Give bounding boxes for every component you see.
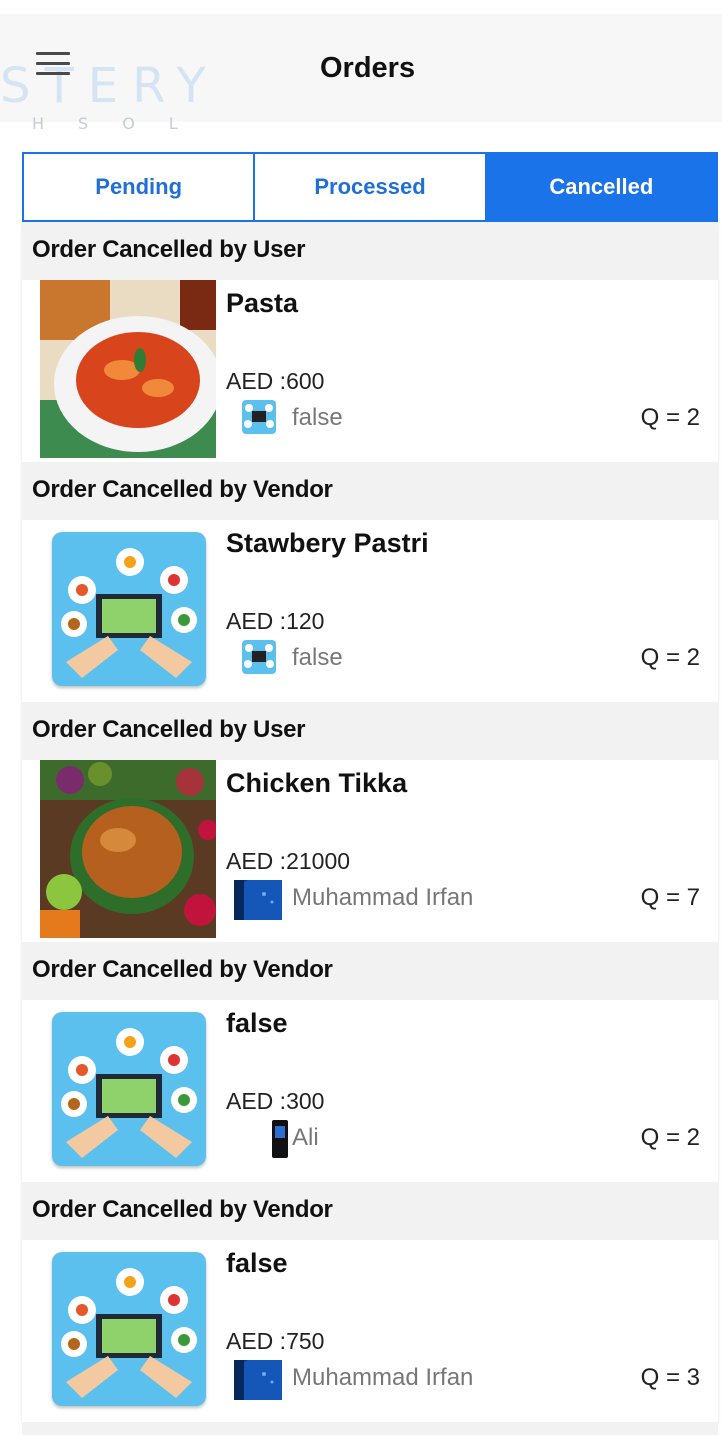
food-app-image bbox=[52, 1012, 206, 1166]
app-bar: STERY HSOL Orders bbox=[0, 0, 722, 140]
order-card[interactable]: Order Cancelled by Vendor Stawbery Pastr… bbox=[22, 462, 718, 702]
order-card[interactable]: Order Cancelled by Vendor false AED :750 bbox=[22, 1182, 718, 1422]
app-icon bbox=[242, 640, 276, 674]
profile-image bbox=[234, 1360, 282, 1400]
order-status-label: Order Cancelled by Vendor bbox=[32, 1196, 333, 1223]
chicken-image bbox=[40, 760, 216, 938]
item-price: AED :120 bbox=[226, 608, 325, 634]
order-quantity: Q = 3 bbox=[640, 1364, 700, 1391]
hamburger-menu-icon[interactable] bbox=[36, 52, 74, 82]
order-quantity: Q = 2 bbox=[640, 644, 700, 671]
app-icon bbox=[242, 400, 276, 434]
vendor-name: Muhammad Irfan bbox=[292, 1364, 474, 1391]
item-name: Stawbery Pastri bbox=[226, 528, 429, 558]
order-card[interactable] bbox=[22, 1422, 718, 1435]
item-name: Chicken Tikka bbox=[226, 768, 408, 798]
order-status-bar bbox=[22, 1422, 718, 1435]
order-quantity: Q = 2 bbox=[640, 404, 700, 431]
order-card[interactable]: Order Cancelled by User Pasta AED :600 f… bbox=[22, 222, 718, 462]
order-card[interactable]: Order Cancelled by Vendor false AED :300 bbox=[22, 942, 718, 1182]
watermark-logo: STERY bbox=[0, 58, 220, 114]
order-status-bar: Order Cancelled by Vendor bbox=[22, 1182, 718, 1240]
item-name: false bbox=[226, 1248, 288, 1278]
pasta-image bbox=[40, 280, 216, 458]
vendor-name: false bbox=[292, 644, 343, 671]
item-name: Pasta bbox=[226, 288, 299, 318]
tab-processed[interactable]: Processed bbox=[253, 154, 484, 220]
order-status-label: Order Cancelled by Vendor bbox=[32, 476, 333, 503]
order-card[interactable]: Order Cancelled by User Chicken Tikka AE… bbox=[22, 702, 718, 942]
order-status-label: Order Cancelled by User bbox=[32, 716, 306, 743]
page-title: Orders bbox=[320, 52, 416, 84]
item-price: AED :600 bbox=[226, 368, 325, 394]
order-status-tabs: Pending Processed Cancelled bbox=[22, 152, 718, 222]
food-app-image bbox=[52, 1252, 206, 1406]
item-price: AED :21000 bbox=[226, 848, 351, 874]
phone-image bbox=[272, 1120, 288, 1158]
item-price: AED :300 bbox=[226, 1088, 325, 1114]
order-status-bar: Order Cancelled by User bbox=[22, 702, 718, 760]
order-quantity: Q = 7 bbox=[640, 884, 700, 911]
vendor-name: Muhammad Irfan bbox=[292, 884, 474, 911]
order-quantity: Q = 2 bbox=[640, 1124, 700, 1151]
profile-image bbox=[234, 880, 282, 920]
order-status-bar: Order Cancelled by Vendor bbox=[22, 942, 718, 1000]
orders-list: Order Cancelled by User Pasta AED :600 f… bbox=[22, 222, 718, 1435]
order-status-bar: Order Cancelled by User bbox=[22, 222, 718, 280]
vendor-name: Ali bbox=[292, 1124, 319, 1151]
watermark-logo-sub: HSOL bbox=[32, 114, 212, 133]
order-status-bar: Order Cancelled by Vendor bbox=[22, 462, 718, 520]
tab-pending[interactable]: Pending bbox=[24, 154, 253, 220]
food-app-image bbox=[52, 532, 206, 686]
order-status-label: Order Cancelled by Vendor bbox=[32, 956, 333, 983]
vendor-name: false bbox=[292, 404, 343, 431]
item-price: AED :750 bbox=[226, 1328, 325, 1354]
order-status-label: Order Cancelled by User bbox=[32, 236, 306, 263]
tab-cancelled[interactable]: Cancelled bbox=[484, 154, 716, 220]
item-name: false bbox=[226, 1008, 288, 1038]
